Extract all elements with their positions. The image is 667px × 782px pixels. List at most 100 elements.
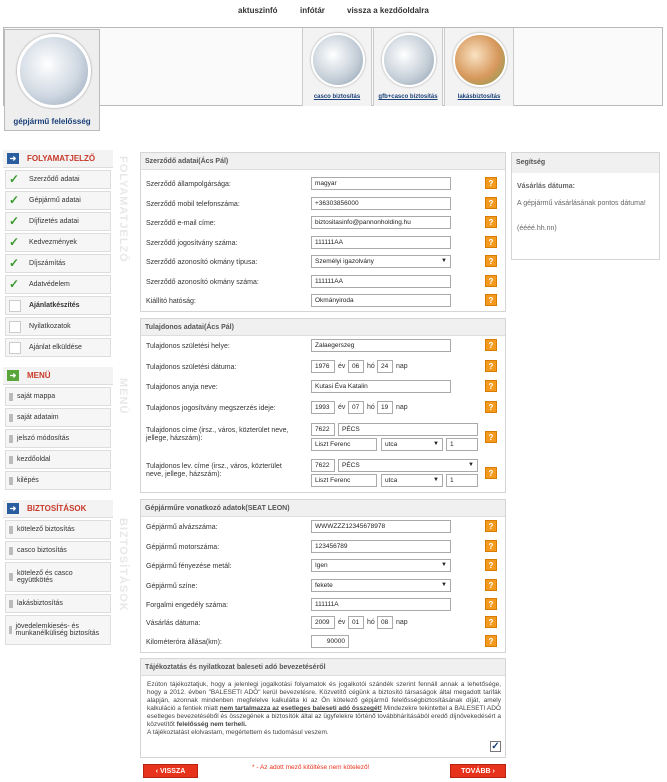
id-type-value: Személyi igazolvány bbox=[315, 258, 374, 265]
birth-year-input[interactable]: 1976 bbox=[311, 360, 335, 373]
license-month-input[interactable]: 07 bbox=[348, 401, 364, 414]
help-question-icon[interactable]: ? bbox=[485, 255, 497, 267]
help-question-icon[interactable]: ? bbox=[485, 235, 497, 248]
process-step-7[interactable]: Ajánlatkészítés bbox=[5, 296, 111, 315]
help-question-icon[interactable]: ? bbox=[485, 380, 497, 392]
insurance-item-1[interactable]: kötelező biztosítás bbox=[5, 520, 111, 539]
help-question-icon[interactable]: ? bbox=[485, 431, 497, 443]
nav-link-infotar[interactable]: infótár bbox=[300, 6, 325, 15]
process-step-6[interactable]: ✓ Adatvédelem bbox=[5, 275, 111, 294]
insurance-item-5[interactable]: jövedelemkiesés- és munkanélküliség bizt… bbox=[5, 615, 111, 645]
help-question-icon[interactable]: ? bbox=[485, 539, 497, 552]
notice-title: Tájékoztatás és nyilatkozat baleseti adó… bbox=[141, 659, 505, 676]
help-question-icon[interactable]: ? bbox=[485, 294, 497, 306]
help-question-icon[interactable]: ? bbox=[485, 578, 497, 591]
mother-name-input[interactable]: Kutasi Éva Katalin bbox=[311, 380, 451, 393]
contractor-input-7[interactable]: Okmányiroda bbox=[311, 294, 451, 307]
purchase-year-input[interactable]: 2009 bbox=[311, 616, 335, 629]
zip-input[interactable]: 7622 bbox=[311, 423, 335, 436]
contractor-input-2[interactable]: +36303856000 bbox=[311, 196, 451, 210]
license-day-input[interactable]: 19 bbox=[377, 401, 393, 414]
help-question-icon[interactable]: ? bbox=[485, 339, 497, 351]
field-label: Tulajdonos születési helye: bbox=[146, 343, 230, 350]
promo-gfb-casco[interactable]: gfb+casco biztosítás bbox=[373, 28, 443, 106]
help-question-icon[interactable]: ? bbox=[485, 216, 497, 228]
help-question-icon[interactable]: ? bbox=[485, 616, 497, 628]
purchase-day-input[interactable]: 08 bbox=[377, 616, 393, 629]
street-type-select[interactable]: utca ▼ bbox=[381, 438, 443, 451]
help-question-icon[interactable]: ? bbox=[485, 196, 497, 209]
select-value: Igen bbox=[315, 562, 328, 569]
chevron-down-icon: ▼ bbox=[433, 477, 439, 483]
help-question-icon[interactable]: ? bbox=[485, 635, 497, 647]
contractor-input-4[interactable]: 111111AA bbox=[311, 235, 451, 249]
vehicle-input-2[interactable]: 123456789 bbox=[311, 539, 451, 553]
process-step-9[interactable]: Ajánlat elküldése bbox=[5, 338, 111, 357]
back-button[interactable]: ‹ VISSZA bbox=[143, 764, 198, 778]
chevron-down-icon: ▼ bbox=[468, 462, 474, 468]
street-input[interactable]: Liszt Ferenc bbox=[311, 438, 377, 451]
help-question-icon[interactable]: ? bbox=[485, 177, 497, 189]
insurance-item-label: jövedelemkiesés- és munkanélküliség bizt… bbox=[15, 623, 100, 637]
mail-street-type-select[interactable]: utca ▼ bbox=[381, 474, 443, 487]
menu-item-1[interactable]: saját mappa bbox=[5, 387, 111, 406]
process-step-label: Nyilatkozatok bbox=[29, 323, 71, 330]
contractor-input-1[interactable]: magyar bbox=[311, 177, 451, 190]
house-number-input[interactable]: 1 bbox=[446, 438, 478, 451]
process-step-3[interactable]: ✓ Díjfizetés adatai bbox=[5, 212, 111, 231]
acknowledge-checkbox[interactable]: ✓ bbox=[490, 741, 501, 752]
insurance-item-4[interactable]: lakásbiztosítás bbox=[5, 594, 111, 613]
required-note: * - Az adott mező kitöltése nem kötelező… bbox=[252, 764, 370, 771]
help-question-icon[interactable]: ? bbox=[485, 274, 497, 287]
birth-month-input[interactable]: 06 bbox=[348, 360, 364, 373]
help-question-icon[interactable]: ? bbox=[485, 360, 497, 372]
process-step-label: Gépjármű adatai bbox=[29, 197, 81, 204]
next-button[interactable]: TOVÁBB › bbox=[450, 764, 506, 778]
menu-item-2[interactable]: saját adataim bbox=[5, 408, 111, 427]
menu-item-3[interactable]: jelszó módosítás bbox=[5, 429, 111, 448]
process-step-label: Ajánlat elküldése bbox=[29, 344, 82, 351]
day-unit: nap bbox=[396, 619, 408, 626]
help-question-icon[interactable]: ? bbox=[485, 467, 497, 479]
odometer-input[interactable]: 90000 bbox=[311, 635, 349, 648]
nav-link-aktuszinfo[interactable]: aktuszinfó bbox=[238, 6, 278, 15]
menu-item-4[interactable]: kezdőoldal bbox=[5, 450, 111, 469]
nav-link-back-home[interactable]: vissza a kezdőoldalra bbox=[347, 6, 429, 15]
process-step-4[interactable]: ✓ Kedvezmények bbox=[5, 233, 111, 252]
process-step-1[interactable]: ✓ Szerződő adatai bbox=[5, 170, 111, 189]
help-question-icon[interactable]: ? bbox=[485, 520, 497, 532]
help-question-icon[interactable]: ? bbox=[485, 598, 497, 610]
help-question-icon[interactable]: ? bbox=[485, 559, 497, 571]
vehicle-input-1[interactable]: WWWZZZ12345678978 bbox=[311, 520, 451, 533]
insurance-item-2[interactable]: casco biztosítás bbox=[5, 541, 111, 560]
mail-city-select[interactable]: PÉCS ▼ bbox=[338, 459, 478, 472]
menu-header: ➜ MENÜ bbox=[3, 367, 113, 385]
birthplace-input[interactable]: Zalaegerszeg bbox=[311, 339, 451, 352]
birth-day-input[interactable]: 24 bbox=[377, 360, 393, 373]
menu-item-label: saját adataim bbox=[17, 414, 59, 421]
help-question-icon[interactable]: ? bbox=[485, 401, 497, 413]
contractor-input-6[interactable]: 111111AA bbox=[311, 274, 451, 288]
field-label: Szerződő azonosító okmány típusa: bbox=[146, 259, 258, 266]
promo-casco[interactable]: casco biztosítás bbox=[302, 28, 372, 106]
id-type-select[interactable]: Személyi igazolvány ▼ bbox=[311, 255, 451, 268]
vehicle-row-4: Gépjármű színe: fekete ▼? bbox=[141, 578, 505, 597]
purchase-month-input[interactable]: 01 bbox=[348, 616, 364, 629]
license-year-input[interactable]: 1993 bbox=[311, 401, 335, 414]
mail-street-input[interactable]: Liszt Ferenc bbox=[311, 474, 377, 487]
city-input[interactable]: PÉCS bbox=[338, 423, 478, 436]
process-step-2[interactable]: ✓ Gépjármű adatai bbox=[5, 191, 111, 210]
vehicle-select-3[interactable]: Igen ▼ bbox=[311, 559, 451, 572]
process-step-8[interactable]: Nyilatkozatok bbox=[5, 317, 111, 336]
field-label: Tulajdonos anyja neve: bbox=[146, 384, 218, 391]
mail-house-number-input[interactable]: 1 bbox=[446, 474, 478, 487]
vehicle-input-5[interactable]: 111111A bbox=[311, 598, 451, 611]
mail-zip-input[interactable]: 7622 bbox=[311, 459, 335, 472]
insurance-item-3[interactable]: kötelező és casco együttkötés bbox=[5, 562, 111, 592]
menu-item-5[interactable]: kilépés bbox=[5, 471, 111, 490]
vehicle-select-4[interactable]: fekete ▼ bbox=[311, 578, 451, 592]
promo-home[interactable]: lakásbiztosítás bbox=[444, 28, 514, 106]
contractor-input-3[interactable]: biztositasinfo@pannonholding.hu bbox=[311, 216, 451, 229]
contractor-row-4: Szerződő jogosítvány száma: 111111AA? bbox=[141, 235, 505, 254]
process-step-5[interactable]: ✓ Díjszámítás bbox=[5, 254, 111, 273]
